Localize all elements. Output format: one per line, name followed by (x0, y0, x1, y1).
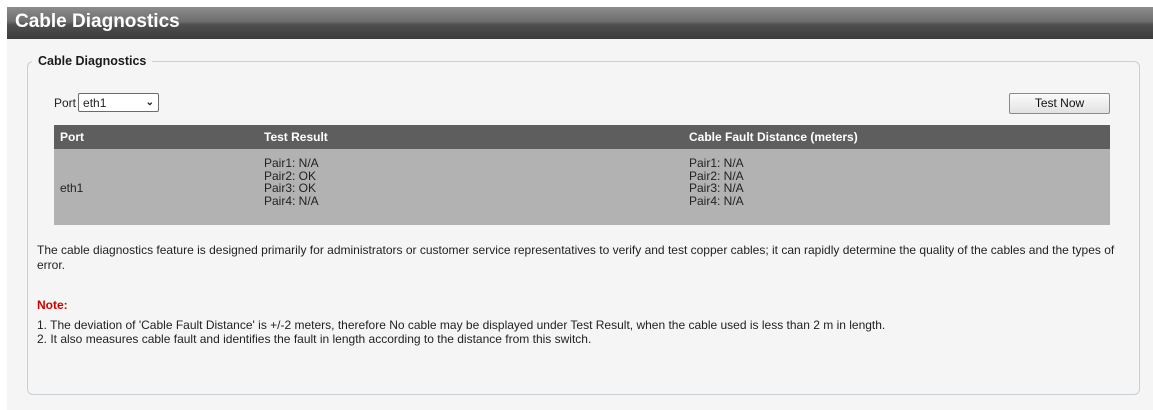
page: Cable Diagnostics Cable Diagnostics Port… (7, 7, 1153, 410)
page-title: Cable Diagnostics (7, 7, 1153, 39)
port-label: Port (54, 95, 77, 110)
header-test-result: Test Result (264, 130, 328, 144)
diagnostics-table: Port Test Result Cable Fault Distance (m… (54, 125, 1110, 225)
cell-test-result: Pair1: N/A Pair2: OK Pair3: OK Pair4: N/… (264, 157, 319, 207)
note-title: Note: (37, 298, 68, 312)
fault-distance-pair3: Pair3: N/A (689, 181, 744, 195)
note-list: 1. The deviation of 'Cable Fault Distanc… (37, 318, 1127, 346)
header-port: Port (60, 130, 84, 144)
cell-fault-distance: Pair1: N/A Pair2: N/A Pair3: N/A Pair4: … (689, 157, 744, 207)
fault-distance-pair4: Pair4: N/A (689, 193, 744, 208)
test-result-pair4: Pair4: N/A (264, 193, 319, 208)
test-result-pair3: Pair3: OK (264, 181, 317, 195)
table-row: eth1 Pair1: N/A Pair2: OK Pair3: OK Pair… (54, 149, 1110, 225)
header-fault-distance: Cable Fault Distance (meters) (689, 130, 858, 144)
cell-port: eth1 (60, 181, 84, 195)
panel-legend: Cable Diagnostics (38, 54, 147, 68)
table-header: Port Test Result Cable Fault Distance (m… (54, 125, 1110, 149)
note-item: 1. The deviation of 'Cable Fault Distanc… (37, 318, 886, 332)
test-now-button[interactable]: Test Now (1009, 93, 1110, 114)
note-item: 2. It also measures cable fault and iden… (37, 332, 592, 346)
test-result-pair1: Pair1: N/A (264, 156, 319, 170)
description-text: The cable diagnostics feature is designe… (37, 243, 1115, 272)
cable-diagnostics-panel: Cable Diagnostics Port eth1 ⌄ Test Now P… (27, 54, 1140, 395)
chevron-down-icon: ⌄ (145, 97, 155, 108)
fault-distance-pair1: Pair1: N/A (689, 156, 744, 170)
port-row: Port eth1 ⌄ (54, 93, 160, 112)
port-select[interactable]: eth1 ⌄ (78, 93, 160, 112)
port-select-value: eth1 (83, 95, 107, 110)
